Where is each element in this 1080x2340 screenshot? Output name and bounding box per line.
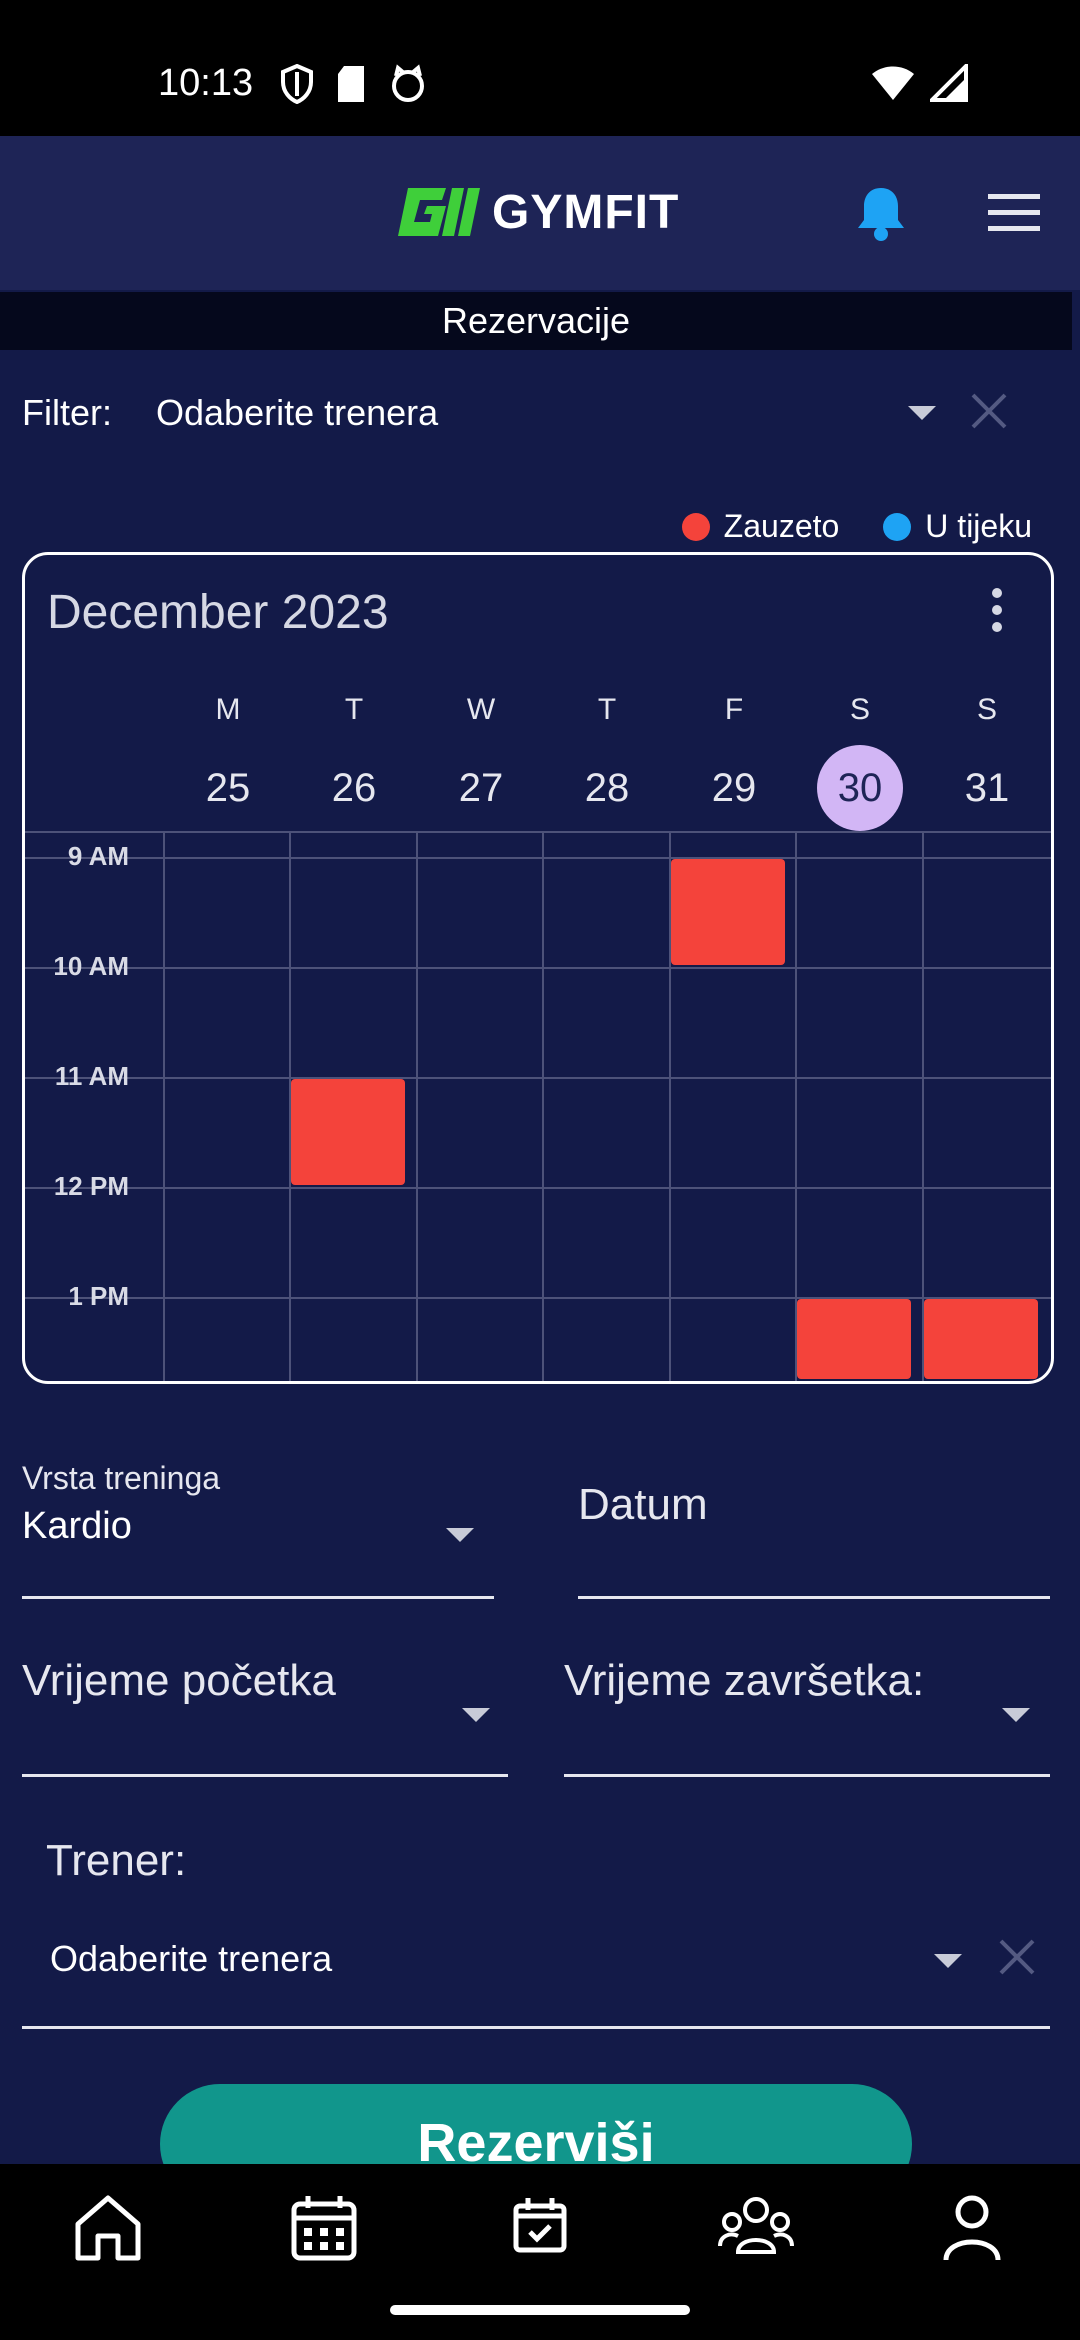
legend-item-booked: Zauzeto	[681, 508, 840, 545]
day-cell[interactable]: 28	[544, 745, 670, 831]
field-underline	[564, 1774, 1050, 1777]
grid-line	[163, 831, 165, 1381]
day-number: 28	[584, 766, 630, 810]
grid-line	[416, 831, 418, 1381]
wifi-icon	[872, 66, 914, 100]
trainer-value: Odaberite trenera	[50, 1938, 333, 1979]
calendar-time-grid[interactable]: 9 AM 10 AM 11 AM 12 PM 1 PM	[25, 831, 1051, 1381]
filter-row[interactable]: Filter: Odaberite trenera	[0, 380, 1080, 446]
weekday-label: T	[344, 693, 364, 726]
more-vertical-icon[interactable]	[991, 587, 1003, 633]
day-number: 30	[817, 745, 903, 831]
day-cell-selected[interactable]: 30	[797, 745, 923, 831]
training-type-value: Kardio	[22, 1505, 132, 1547]
grid-line	[25, 1077, 1051, 1079]
chevron-down-icon[interactable]	[934, 1954, 962, 1968]
status-time: 10:13	[158, 62, 254, 104]
day-number: 25	[205, 766, 251, 810]
calendar-check-icon[interactable]	[500, 2188, 580, 2268]
time-label: 11 AM	[54, 1061, 129, 1091]
legend: Zauzeto U tijeku	[681, 508, 1032, 545]
trainer-select[interactable]: Odaberite trenera	[22, 1930, 1050, 2030]
grid-line	[922, 831, 924, 1381]
booking-block[interactable]	[797, 1299, 911, 1379]
page-title: Rezervacije	[0, 292, 1072, 350]
chevron-down-icon	[1002, 1708, 1030, 1722]
sd-card-icon	[338, 66, 364, 102]
day-cell[interactable]: 26	[291, 745, 417, 831]
end-time-select[interactable]: Vrijeme završetka:	[564, 1656, 1050, 1778]
training-type-select[interactable]: Vrsta treninga Kardio	[22, 1460, 494, 1600]
logo-mark-icon	[398, 188, 480, 236]
time-label: 1 PM	[68, 1281, 129, 1311]
end-time-label: Vrijeme završetka:	[564, 1656, 925, 1705]
legend-item-in-progress: U tijeku	[883, 508, 1032, 545]
grid-line	[25, 1187, 1051, 1189]
calendar-icon[interactable]	[284, 2188, 364, 2268]
weekday-label: W	[466, 693, 496, 726]
filter-trainer-select[interactable]: Odaberite trenera	[156, 392, 438, 434]
week-calendar[interactable]: December 2023 M T W T F S S 25 26 27 28 …	[22, 552, 1054, 1384]
status-bar: 10:13	[0, 0, 1080, 136]
start-time-label: Vrijeme početka	[22, 1656, 336, 1705]
time-label: 9 AM	[67, 841, 129, 871]
home-icon[interactable]	[68, 2188, 148, 2268]
time-label: 10 AM	[53, 951, 129, 981]
day-cell[interactable]: 29	[671, 745, 797, 831]
day-cell[interactable]: 27	[418, 745, 544, 831]
start-time-select[interactable]: Vrijeme početka	[22, 1656, 508, 1778]
booking-block[interactable]	[924, 1299, 1038, 1379]
chevron-down-icon[interactable]	[908, 406, 936, 420]
weekday-label: M	[215, 693, 241, 726]
close-icon[interactable]	[998, 1938, 1036, 1976]
grid-line	[542, 831, 544, 1381]
filter-label: Filter:	[22, 392, 112, 433]
booking-block[interactable]	[671, 859, 785, 965]
training-type-label: Vrsta treninga	[22, 1460, 221, 1496]
grid-line	[25, 831, 1051, 833]
logo-gym-text: GYM	[492, 185, 605, 239]
weekday-label: S	[849, 693, 870, 726]
day-number: 26	[331, 766, 377, 810]
field-underline	[22, 1596, 494, 1599]
hamburger-menu-icon[interactable]	[988, 194, 1040, 232]
booking-block[interactable]	[291, 1079, 405, 1185]
logo-fit-text: FIT	[604, 185, 680, 239]
day-cell[interactable]: 31	[924, 745, 1050, 831]
day-cell[interactable]: 25	[165, 745, 291, 831]
legend-label: Zauzeto	[723, 508, 840, 544]
cat-icon	[392, 64, 424, 102]
chevron-down-icon	[446, 1528, 474, 1542]
home-indicator[interactable]	[390, 2305, 690, 2315]
time-label: 12 PM	[53, 1171, 129, 1201]
grid-line	[25, 857, 1051, 859]
shield-icon	[281, 64, 313, 104]
field-underline	[578, 1596, 1050, 1599]
calendar-month-title: December 2023	[47, 586, 389, 639]
date-field[interactable]: Datum	[578, 1480, 1050, 1600]
weekday-label: T	[597, 693, 617, 726]
chevron-down-icon	[462, 1708, 490, 1722]
close-icon[interactable]	[970, 392, 1008, 430]
profile-icon[interactable]	[932, 2188, 1012, 2268]
legend-label: U tijeku	[925, 508, 1032, 544]
signal-icon	[930, 64, 968, 102]
grid-line	[795, 831, 797, 1381]
gymfit-logo[interactable]: GYMFIT	[394, 184, 679, 240]
bell-icon[interactable]	[856, 184, 906, 242]
grid-line	[25, 967, 1051, 969]
day-number: 27	[458, 766, 504, 810]
weekday-label: F	[724, 693, 744, 726]
group-icon[interactable]	[716, 2188, 796, 2268]
legend-dot-icon	[681, 512, 710, 541]
day-number: 31	[964, 766, 1010, 810]
field-underline	[22, 2026, 1050, 2029]
weekday-label: S	[976, 693, 997, 726]
date-label: Datum	[578, 1480, 708, 1529]
day-number: 29	[711, 766, 757, 810]
legend-dot-icon	[883, 512, 912, 541]
field-underline	[22, 1774, 508, 1777]
trainer-label: Trener:	[46, 1836, 187, 1885]
